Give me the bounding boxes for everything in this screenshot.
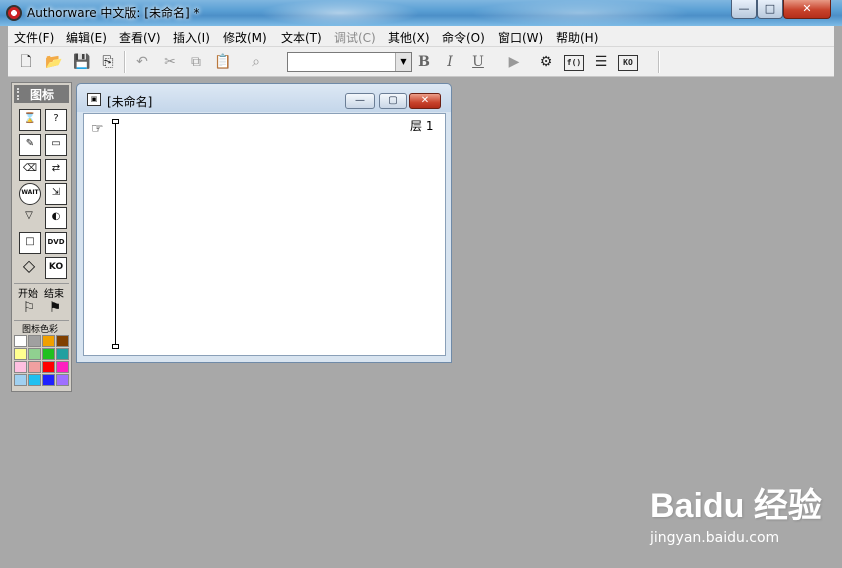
menu-other[interactable]: 其他(X) [388, 29, 430, 46]
menu-window[interactable]: 窗口(W) [498, 29, 543, 46]
design-window: ▣ [未命名] — ▢ ✕ ☞ 层 1 [76, 83, 452, 363]
minimize-button[interactable]: — [731, 0, 757, 19]
window-title: Authorware 中文版: [未命名] * [27, 6, 200, 20]
variables-icon[interactable]: ☰ [591, 52, 611, 72]
start-flag-label: 开始 [18, 289, 38, 300]
wait-icon[interactable]: WAIT [19, 183, 41, 205]
undo-icon[interactable]: ↶ [132, 52, 152, 72]
color-swatch[interactable] [42, 348, 55, 360]
menu-debug[interactable]: 调试(C) [334, 29, 376, 46]
toolbar: 🗋 📂 💾 ⎘ ↶ ✂ ⧉ 📋 ⌕ ▼ B I U ▶ ⚙ f() ☰ KO [8, 47, 834, 77]
paste-icon[interactable]: 📋 [213, 52, 233, 72]
grip-icon[interactable] [17, 88, 23, 100]
display-icon[interactable]: ⌛ [19, 109, 41, 131]
menu-modify[interactable]: 修改(M) [223, 29, 267, 46]
end-flag-icon[interactable]: ⚑ [45, 299, 65, 319]
interaction-diamond-icon[interactable]: ◇ [19, 257, 39, 277]
color-swatch[interactable] [14, 361, 27, 373]
map-icon[interactable]: ⇲ [45, 183, 67, 205]
design-window-title: [未命名] [107, 95, 153, 109]
knowledge-object-icon[interactable]: KO [45, 257, 67, 279]
import-icon[interactable]: ⎘ [98, 52, 118, 72]
functions-button[interactable]: f() [564, 55, 584, 71]
menu-edit[interactable]: 编辑(E) [66, 29, 107, 46]
italic-button[interactable]: I [440, 52, 460, 72]
close-button[interactable]: ✕ [783, 0, 831, 19]
dvd-icon[interactable]: DVD [45, 232, 67, 254]
bold-button[interactable]: B [414, 52, 434, 72]
calculation-icon[interactable]: ✎ [19, 134, 41, 156]
design-window-icon: ▣ [87, 93, 101, 106]
menu-help[interactable]: 帮助(H) [556, 29, 598, 46]
save-all-icon[interactable]: 💾 [72, 52, 92, 72]
color-swatch[interactable] [28, 361, 41, 373]
color-swatch[interactable] [28, 348, 41, 360]
video-icon[interactable]: ◐ [45, 207, 67, 229]
menu-text[interactable]: 文本(T) [281, 29, 322, 46]
color-swatch[interactable] [56, 348, 69, 360]
interaction-icon[interactable]: ? [45, 109, 67, 131]
menu-insert[interactable]: 插入(I) [173, 29, 210, 46]
watermark-url: jingyan.baidu.com [650, 530, 780, 546]
design-minimize-button[interactable]: — [345, 93, 375, 109]
color-swatch[interactable] [42, 335, 55, 347]
underline-button[interactable]: U [468, 52, 488, 72]
menu-file[interactable]: 文件(F) [14, 29, 54, 46]
icon-palette: 图标 ⌛ ? ✎ ▭ ⌫ ⇄ WAIT ⇲ ▽ ◐ □ DVD ◇ KO 开始 … [11, 82, 72, 392]
design-close-button[interactable]: ✕ [409, 93, 441, 109]
group-icon[interactable]: □ [19, 232, 41, 254]
knowledge-objects-button[interactable]: KO [618, 55, 638, 71]
navigate-icon[interactable]: ⇄ [45, 159, 67, 181]
color-swatch[interactable] [42, 374, 55, 386]
new-file-icon[interactable]: 🗋 [16, 52, 36, 72]
level-label: 层 1 [410, 119, 434, 133]
design-maximize-button[interactable]: ▢ [379, 93, 407, 109]
framework-icon[interactable]: ▭ [45, 134, 67, 156]
open-file-icon[interactable]: 📂 [44, 52, 64, 72]
flowline[interactable] [115, 121, 116, 347]
color-swatch[interactable] [56, 374, 69, 386]
flowline-start-marker [112, 119, 119, 124]
menu-view[interactable]: 查看(V) [119, 29, 161, 46]
paste-hand-icon: ☞ [91, 121, 104, 137]
color-swatch[interactable] [42, 361, 55, 373]
font-select[interactable]: ▼ [287, 52, 412, 72]
erase-icon[interactable]: ⌫ [19, 159, 41, 181]
color-swatch[interactable] [56, 361, 69, 373]
control-panel-icon[interactable]: ⚙ [536, 52, 556, 72]
end-flag-label: 结束 [44, 289, 64, 300]
palette-title: 图标 [30, 88, 55, 102]
color-swatch[interactable] [14, 335, 27, 347]
menu-command[interactable]: 命令(O) [442, 29, 485, 46]
color-swatch[interactable] [28, 335, 41, 347]
color-swatch[interactable] [14, 348, 27, 360]
icon-color-label: 图标色彩 [22, 325, 59, 335]
color-swatch[interactable] [14, 374, 27, 386]
color-swatch[interactable] [28, 374, 41, 386]
restart-icon[interactable]: ▶ [504, 52, 524, 72]
maximize-button[interactable]: □ [757, 0, 783, 19]
menu-bar: 文件(F) 编辑(E) 查看(V) 插入(I) 修改(M) 文本(T) 调试(C… [8, 26, 834, 47]
decision-icon[interactable]: ▽ [19, 207, 39, 227]
title-bar: Authorware 中文版: [未命名] * — □ ✕ [0, 0, 842, 26]
color-swatches [14, 335, 70, 387]
find-icon[interactable]: ⌕ [246, 52, 266, 72]
color-swatch[interactable] [56, 335, 69, 347]
baidu-watermark: Baidu 经验 jingyan.baidu.com [650, 478, 830, 558]
cut-icon[interactable]: ✂ [160, 52, 180, 72]
flowline-canvas[interactable]: ☞ 层 1 [83, 113, 446, 356]
start-flag-icon[interactable]: ⚐ [19, 299, 39, 319]
app-icon[interactable] [6, 5, 22, 21]
palette-title-bar[interactable]: 图标 [14, 85, 69, 103]
design-window-title-bar[interactable]: ▣ [未命名] — ▢ ✕ [77, 84, 451, 112]
flowline-end-marker [112, 344, 119, 349]
watermark-logo: Baidu 经验 [650, 487, 822, 525]
copy-icon[interactable]: ⧉ [186, 52, 206, 72]
chevron-down-icon[interactable]: ▼ [395, 53, 411, 71]
